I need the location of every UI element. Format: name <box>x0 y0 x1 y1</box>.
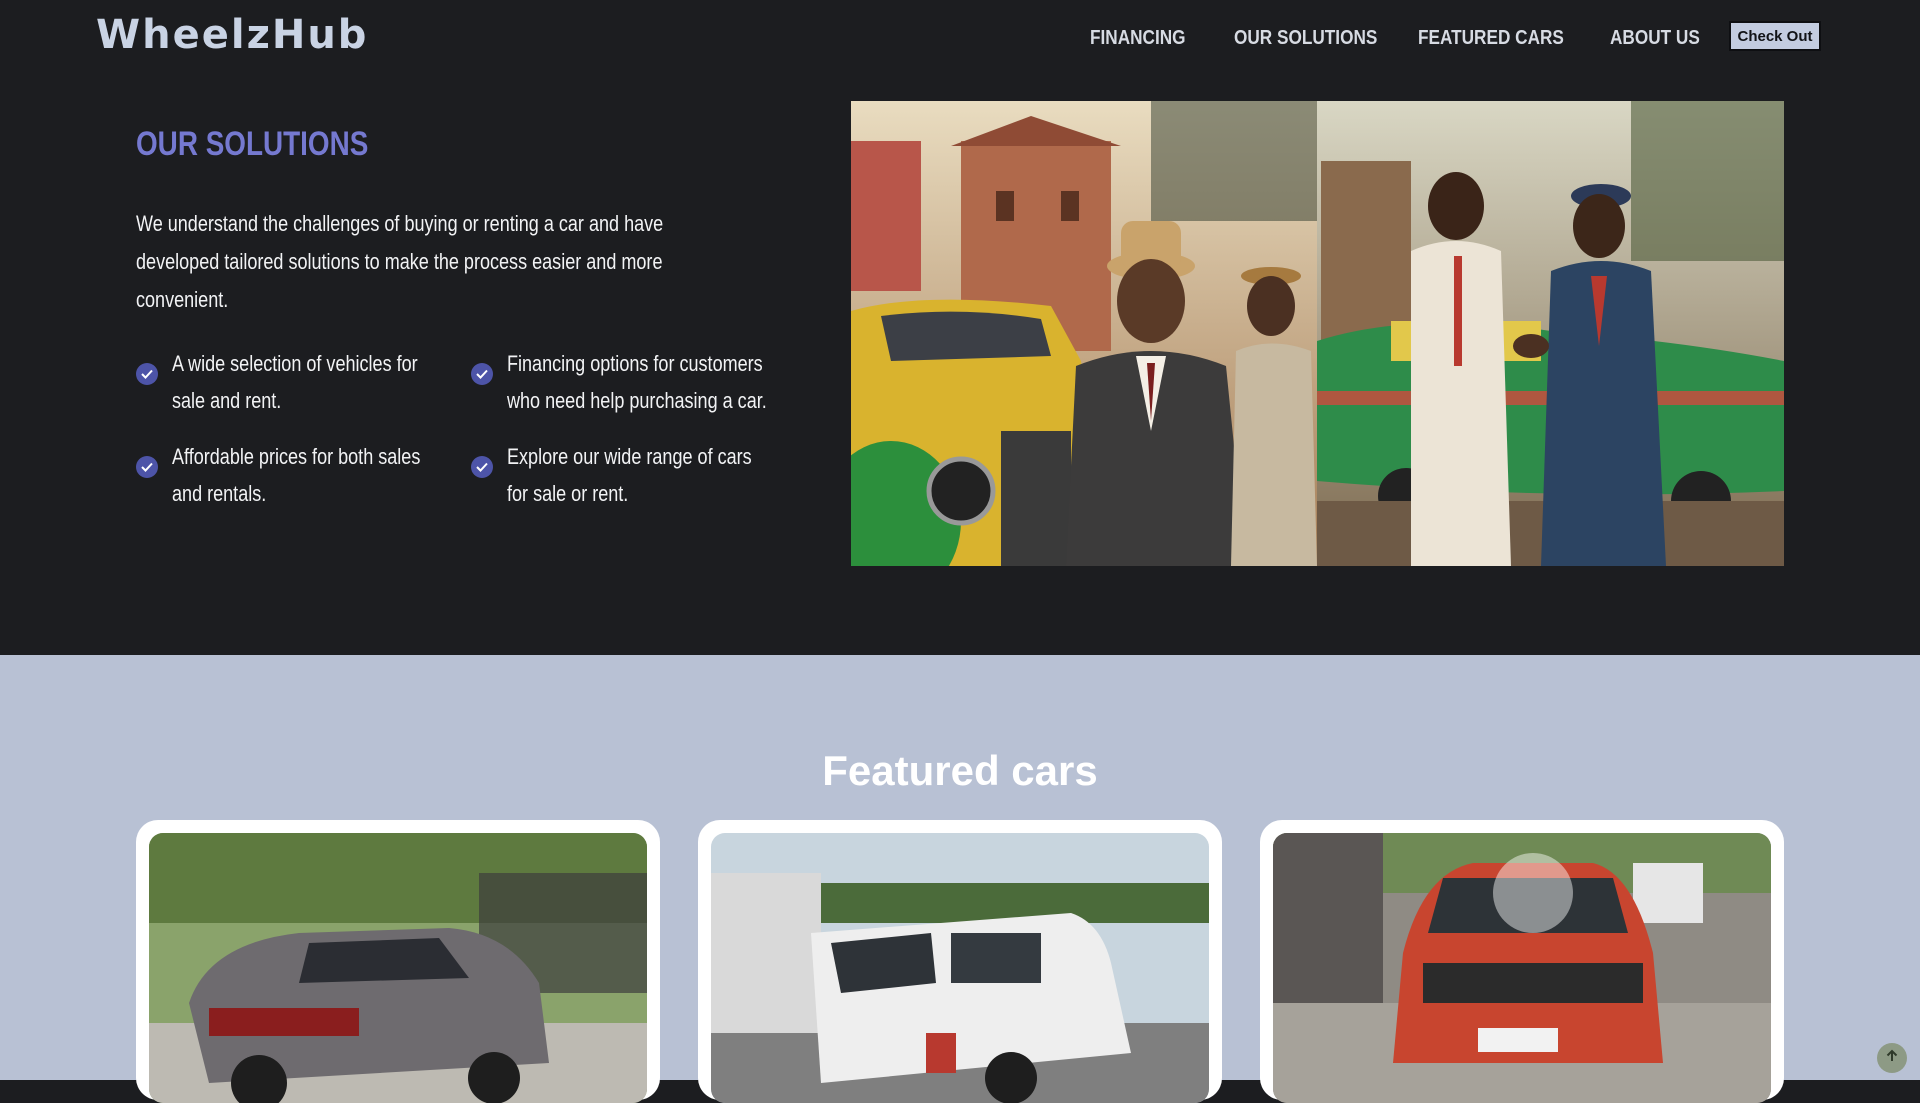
car-card[interactable] <box>698 820 1222 1103</box>
check-circle-icon <box>136 456 158 478</box>
check-circle-icon <box>471 363 493 385</box>
nav-about-us[interactable]: ABOUT US <box>1610 27 1700 50</box>
section-title: Featured cars <box>822 747 1098 794</box>
section-title: OUR SOLUTIONS <box>136 125 369 163</box>
check-circle-icon <box>136 363 158 385</box>
nav-financing[interactable]: FINANCING <box>1090 27 1186 50</box>
site-logo[interactable]: WheelzHub <box>96 12 368 58</box>
feature-item: Explore our wide range of cars for sale … <box>471 438 827 512</box>
feature-text: Explore our wide range of cars for sale … <box>507 444 752 506</box>
car-card[interactable] <box>1260 820 1784 1103</box>
car-card[interactable] <box>136 820 660 1103</box>
feature-item: A wide selection of vehicles for sale an… <box>136 345 492 419</box>
car-photo <box>711 833 1209 1103</box>
section-description: We understand the challenges of buying o… <box>136 211 664 312</box>
feature-text: Financing options for customers who need… <box>507 351 767 413</box>
scroll-to-top-button[interactable] <box>1877 1043 1907 1073</box>
check-circle-icon <box>471 456 493 478</box>
nav-featured-cars[interactable]: FEATURED CARS <box>1418 27 1564 50</box>
arrow-up-icon <box>1885 1049 1899 1068</box>
main-nav: FINANCING OUR SOLUTIONS FEATURED CARS AB… <box>1090 24 1754 52</box>
featured-cars-section: Featured cars <box>0 655 1920 1103</box>
feature-item: Financing options for customers who need… <box>471 345 827 419</box>
checkout-button[interactable]: Check Out <box>1729 21 1821 51</box>
car-photo <box>1273 833 1771 1103</box>
solutions-hero-image <box>851 101 1784 566</box>
feature-text: A wide selection of vehicles for sale an… <box>172 351 418 413</box>
feature-item: Affordable prices for both sales and ren… <box>136 438 492 512</box>
car-photo <box>149 833 647 1103</box>
nav-our-solutions[interactable]: OUR SOLUTIONS <box>1234 27 1377 50</box>
feature-text: Affordable prices for both sales and ren… <box>172 444 421 506</box>
site-header: WheelzHub FINANCING OUR SOLUTIONS FEATUR… <box>0 0 1920 75</box>
